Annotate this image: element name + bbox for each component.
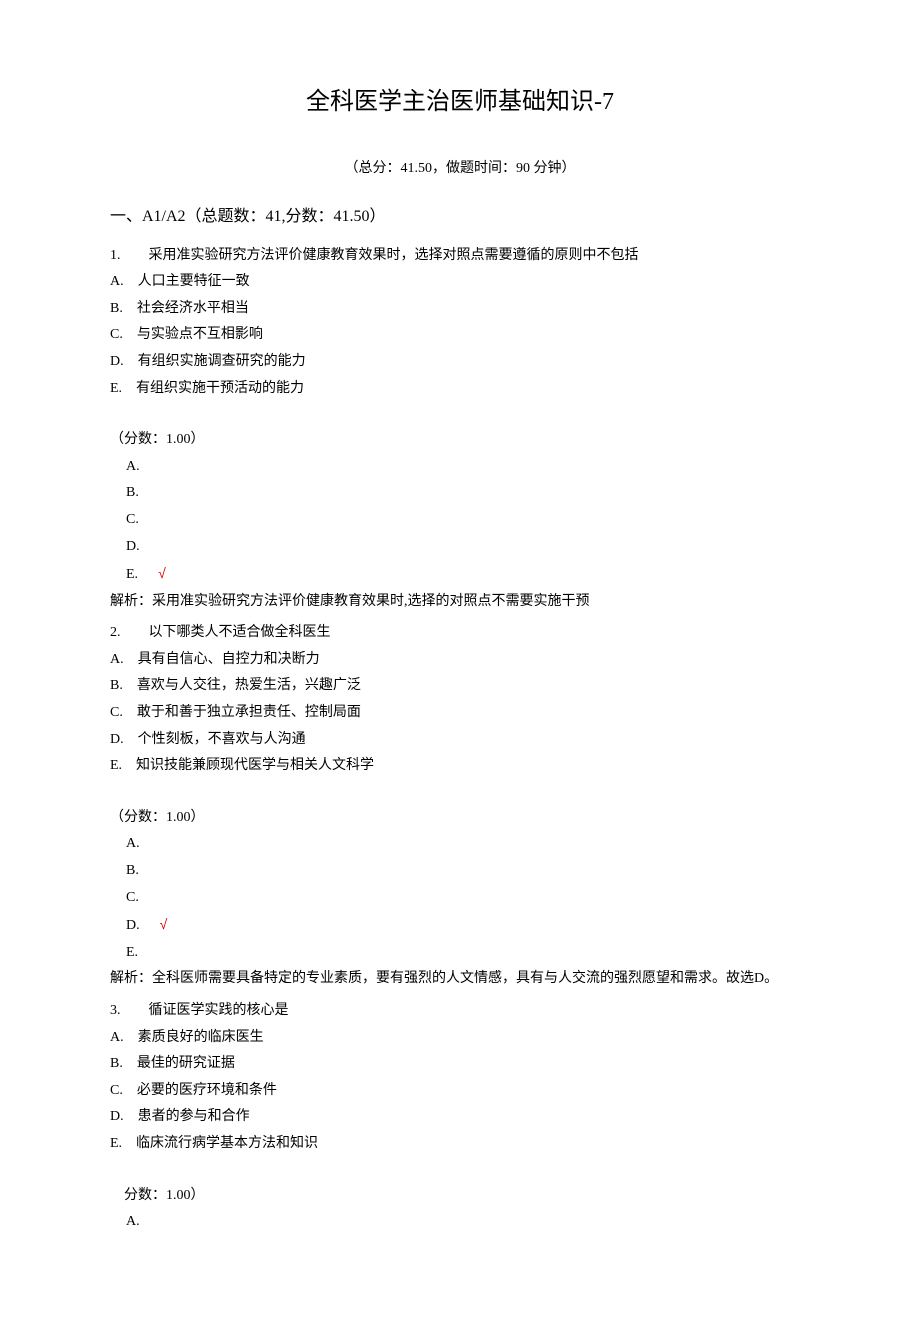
score-label: （分数：1.00）	[110, 427, 810, 454]
section-heading: 一、A1/A2（总题数：41,分数：41.50）	[110, 202, 810, 232]
option-b: B. 社会经济水平相当	[110, 296, 810, 323]
question-number: 1.	[110, 248, 149, 263]
option-c: C. 必要的医疗环境和条件	[110, 1078, 810, 1105]
explanation: 解析：全科医师需要具备特定的专业素质，要有强烈的人文情感，具有与人交流的强烈愿望…	[110, 966, 810, 993]
explanation: 解析：采用准实验研究方法评价健康教育效果时,选择的对照点不需要实施干预	[110, 589, 810, 616]
option-d: D. 个性刻板，不喜欢与人沟通	[110, 727, 810, 754]
question-text: 以下哪类人不适合做全科医生	[149, 625, 331, 640]
score-label: 分数：1.00）	[110, 1183, 810, 1210]
question-text: 循证医学实践的核心是	[149, 1003, 289, 1018]
answer-b: B.	[126, 480, 810, 507]
score-label: （分数：1.00）	[110, 805, 810, 832]
option-b: B. 喜欢与人交往，热爱生活，兴趣广泛	[110, 673, 810, 700]
option-e: E. 知识技能兼顾现代医学与相关人文科学	[110, 753, 810, 780]
meta-info: （总分：41.50，做题时间：90 分钟）	[110, 156, 810, 183]
answer-d: D.	[126, 534, 810, 561]
option-a: A. 具有自信心、自控力和决断力	[110, 647, 810, 674]
answer-c: C.	[126, 885, 810, 912]
answer-a: A.	[126, 454, 810, 481]
question-2: 2. 以下哪类人不适合做全科医生 A. 具有自信心、自控力和决断力 B. 喜欢与…	[110, 620, 810, 993]
check-icon: √	[158, 565, 166, 581]
question-1: 1. 采用准实验研究方法评价健康教育效果时，选择对照点需要遵循的原则中不包括 A…	[110, 243, 810, 616]
answer-a: A.	[126, 831, 810, 858]
option-c: C. 敢于和善于独立承担责任、控制局面	[110, 700, 810, 727]
option-b: B. 最佳的研究证据	[110, 1051, 810, 1078]
answer-b: B.	[126, 858, 810, 885]
answer-c: C.	[126, 507, 810, 534]
option-d: D. 患者的参与和合作	[110, 1104, 810, 1131]
answer-a: A.	[126, 1209, 810, 1236]
option-a: A. 人口主要特征一致	[110, 269, 810, 296]
question-text: 采用准实验研究方法评价健康教育效果时，选择对照点需要遵循的原则中不包括	[149, 248, 639, 263]
page-title: 全科医学主治医师基础知识-7	[110, 80, 810, 126]
option-e: E. 临床流行病学基本方法和知识	[110, 1131, 810, 1158]
answer-e: E.	[126, 940, 810, 967]
question-number: 3.	[110, 1003, 149, 1018]
check-icon: √	[160, 916, 168, 932]
option-e: E. 有组织实施干预活动的能力	[110, 376, 810, 403]
question-3: 3. 循证医学实践的核心是 A. 素质良好的临床医生 B. 最佳的研究证据 C.…	[110, 998, 810, 1236]
option-d: D. 有组织实施调查研究的能力	[110, 349, 810, 376]
answer-e: E.√	[126, 560, 810, 589]
answer-d: D.√	[126, 911, 810, 940]
option-c: C. 与实验点不互相影响	[110, 322, 810, 349]
question-number: 2.	[110, 625, 149, 640]
option-a: A. 素质良好的临床医生	[110, 1025, 810, 1052]
